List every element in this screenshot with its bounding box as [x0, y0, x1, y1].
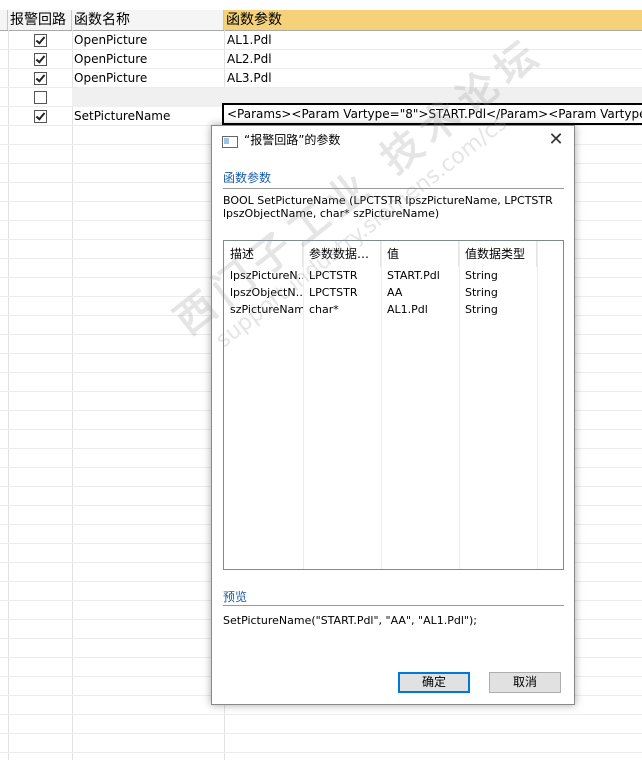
param-description: lpszPictureN… [230, 269, 303, 282]
row-checkbox[interactable] [34, 53, 47, 66]
function-param-cell[interactable]: AL1.Pdl [227, 31, 640, 50]
parameters-dialog: “报警回路”的参数 ✕ 函数参数 BOOL SetPictureName (LP… [211, 125, 575, 705]
param-value[interactable]: START.Pdl [381, 267, 459, 284]
column-header-value[interactable]: 值 [381, 241, 459, 267]
function-name-cell[interactable]: OpenPicture [74, 50, 222, 69]
divider [223, 188, 564, 189]
parameter-list[interactable]: 描述 参数数据… 值 值数据类型 lpszPictureN… LPCTSTR S… [223, 240, 564, 570]
ok-button[interactable]: 确定 [398, 672, 470, 693]
grid-row-header-corner [0, 10, 8, 30]
dialog-title: “报警回路”的参数 [244, 133, 341, 147]
function-param-cell[interactable]: AL3.Pdl [227, 69, 640, 88]
parameter-list-header: 描述 参数数据… 值 值数据类型 [224, 241, 563, 267]
column-header-function-name[interactable]: 函数名称 [72, 10, 224, 30]
function-signature: BOOL SetPictureName (LPCTSTR lpszPicture… [223, 194, 553, 220]
preview-text: SetPictureName("START.Pdl", "AA", "AL1.P… [223, 614, 477, 627]
row-checkbox[interactable] [34, 34, 47, 47]
function-name-cell[interactable] [74, 88, 222, 107]
row-checkbox[interactable] [34, 110, 47, 123]
param-value[interactable]: AL1.Pdl [381, 301, 459, 318]
param-data-type: LPCTSTR [309, 286, 358, 299]
param-data-type: LPCTSTR [309, 269, 358, 282]
column-header-function-params[interactable]: 函数参数 [224, 10, 642, 30]
function-param-cell[interactable]: AL2.Pdl [227, 50, 640, 69]
grid-header: 报警回路 函数名称 函数参数 [0, 10, 642, 31]
function-name-cell[interactable]: OpenPicture [74, 31, 222, 50]
divider [223, 605, 564, 606]
preview-section-title: 预览 [223, 590, 248, 604]
table-row[interactable]: OpenPicture AL1.Pdl [0, 31, 642, 50]
function-name-cell[interactable]: OpenPicture [74, 69, 222, 88]
list-item[interactable]: szPictureName char* AL1.Pdl String [224, 301, 563, 318]
column-header-value-data-type[interactable]: 值数据类型 [459, 241, 537, 267]
table-row[interactable]: OpenPicture AL3.Pdl [0, 69, 642, 88]
param-value-type[interactable]: String [459, 267, 537, 284]
param-value-type[interactable]: String [459, 301, 537, 318]
window-icon [222, 136, 238, 148]
function-name-cell[interactable]: SetPictureName [74, 107, 222, 126]
param-value-type[interactable]: String [459, 284, 537, 301]
param-value[interactable]: AA [381, 284, 459, 301]
column-header-description[interactable]: 描述 [224, 241, 303, 267]
list-item[interactable]: lpszObjectN… LPCTSTR AA String [224, 284, 563, 301]
row-checkbox[interactable] [34, 91, 47, 104]
cancel-button[interactable]: 取消 [489, 672, 561, 693]
function-param-edit-cell[interactable]: <Params><Param Vartype="8">START.Pdl</Pa… [222, 103, 642, 125]
row-checkbox[interactable] [34, 72, 47, 85]
param-data-type: char* [309, 303, 339, 316]
list-item[interactable]: lpszPictureN… LPCTSTR START.Pdl String [224, 267, 563, 284]
close-icon[interactable]: ✕ [546, 130, 566, 150]
function-params-section-title: 函数参数 [223, 171, 272, 185]
param-description: lpszObjectN… [230, 286, 303, 299]
param-description: szPictureName [230, 303, 303, 316]
table-row[interactable]: OpenPicture AL2.Pdl [0, 50, 642, 69]
column-header-param-data-type[interactable]: 参数数据… [303, 241, 381, 267]
column-header-alarm-loop[interactable]: 报警回路 [8, 10, 72, 30]
